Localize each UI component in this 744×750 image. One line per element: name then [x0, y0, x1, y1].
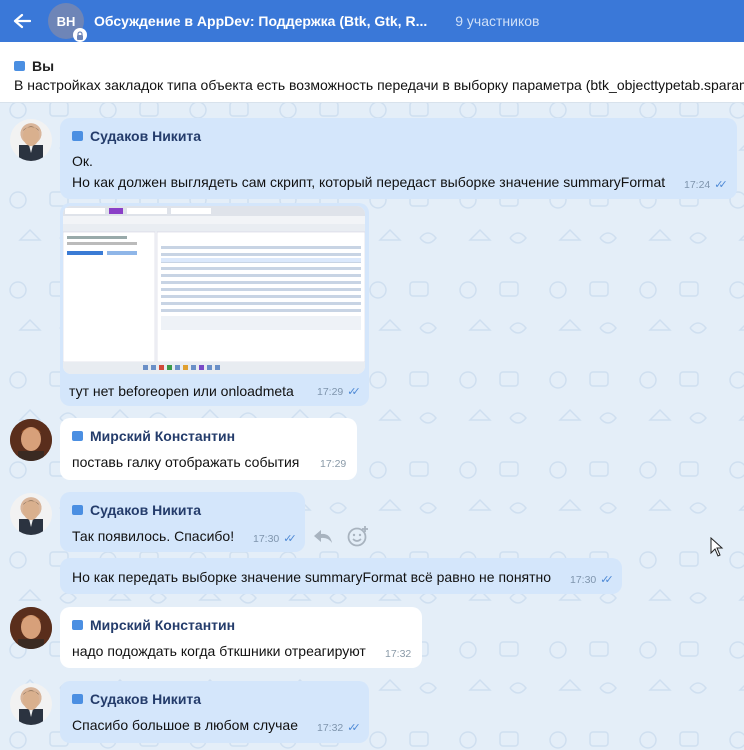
avatar[interactable]	[10, 607, 52, 649]
double-check-icon: ✓✓	[714, 179, 728, 191]
chat-title[interactable]: Обсуждение в AppDev: Поддержка (Btk, Gtk…	[94, 13, 427, 29]
message-meta: 17:30 ✓✓	[570, 573, 614, 587]
sender-name[interactable]: Судаков Никита	[72, 502, 201, 518]
message-text: Ок.	[72, 153, 93, 169]
add-reaction-button[interactable]	[346, 525, 370, 552]
message-meta: 17:30 ✓✓	[253, 532, 297, 546]
avatar-image	[19, 500, 43, 535]
message-bubble[interactable]: Судаков Никита Так появилось. Спасибо! 1…	[60, 492, 305, 552]
chat-header: BH Обсуждение в AppDev: Поддержка (Btk, …	[0, 0, 744, 42]
avatar[interactable]	[10, 493, 52, 535]
pinned-text: В настройках закладок типа объекта есть …	[14, 77, 744, 93]
avatar[interactable]	[10, 419, 52, 461]
message-bubble[interactable]: Но как передать выборке значение summary…	[60, 558, 622, 594]
double-check-icon: ✓✓	[347, 386, 361, 398]
message-meta: 17:29 ✓✓	[317, 385, 361, 399]
sender-name[interactable]: Судаков Никита	[72, 691, 201, 707]
message-meta: 17:32	[385, 648, 411, 660]
avatar-image	[10, 607, 52, 649]
cube-icon	[72, 620, 83, 630]
message-text: Так появилось. Спасибо!	[72, 528, 235, 544]
cube-icon	[72, 694, 83, 704]
message-meta: 17:29	[320, 458, 346, 470]
avatar-image	[19, 126, 43, 161]
back-arrow-icon	[13, 13, 31, 29]
avatar-image	[10, 419, 52, 461]
message-time: 17:24	[684, 178, 711, 191]
pinned-author: Вы	[14, 58, 54, 74]
sender-name[interactable]: Мирский Константин	[72, 617, 235, 633]
message-time: 17:30	[570, 573, 597, 586]
lock-icon	[73, 28, 87, 42]
image-message-bubble[interactable]: тут нет beforeopen или onloadmeta 17:29 …	[60, 203, 369, 406]
message-bubble[interactable]: Мирский Константин поставь галку отображ…	[60, 418, 357, 480]
message-bubble[interactable]: Судаков Никита Ок. Но как должен выгляде…	[60, 118, 737, 199]
cube-icon	[14, 61, 25, 71]
cube-icon	[72, 505, 83, 515]
add-reaction-icon	[347, 526, 368, 547]
message-time: 17:29	[320, 458, 347, 470]
message-text: поставь галку отображать события	[72, 454, 300, 470]
message-meta: 17:32 ✓✓	[317, 721, 361, 735]
message-bubble[interactable]: Мирский Константин надо подождать когда …	[60, 607, 422, 668]
pinned-message[interactable]: Вы В настройках закладок типа объекта ес…	[0, 42, 744, 103]
pinned-author-name: Вы	[32, 58, 55, 74]
message-text: Спасибо большое в любом случае	[72, 717, 298, 733]
message-time: 17:29	[317, 385, 344, 398]
image-caption: тут нет beforeopen или onloadmeta	[69, 383, 294, 399]
cube-icon	[72, 431, 83, 441]
screenshot-image	[63, 206, 365, 374]
message-meta: 17:24 ✓✓	[684, 178, 728, 192]
sender-name[interactable]: Мирский Константин	[72, 428, 235, 444]
attached-screenshot[interactable]	[63, 206, 365, 374]
avatar[interactable]	[10, 683, 52, 725]
message-bubble[interactable]: Судаков Никита Спасибо большое в любом с…	[60, 681, 369, 743]
mouse-cursor-icon	[710, 536, 724, 562]
reply-icon	[314, 530, 332, 543]
message-time: 17:32	[385, 648, 412, 660]
group-avatar[interactable]: BH	[48, 3, 87, 42]
message-text: надо подождать когда бткшники отреагирую…	[72, 643, 366, 659]
message-text: Но как должен выглядеть сам скрипт, кото…	[72, 174, 666, 190]
group-avatar-initials: BH	[56, 13, 76, 29]
back-button[interactable]	[0, 0, 44, 42]
message-time: 17:30	[253, 532, 280, 545]
sender-name[interactable]: Судаков Никита	[72, 128, 201, 144]
message-time: 17:32	[317, 721, 344, 734]
avatar-image	[19, 690, 43, 725]
members-count[interactable]: 9 участников	[455, 13, 539, 29]
avatar[interactable]	[10, 119, 52, 161]
message-text: Но как передать выборке значение summary…	[72, 569, 552, 585]
reply-button[interactable]	[312, 526, 334, 551]
cube-icon	[72, 131, 83, 141]
double-check-icon: ✓✓	[283, 533, 297, 545]
double-check-icon: ✓✓	[347, 722, 361, 734]
double-check-icon: ✓✓	[600, 574, 614, 586]
